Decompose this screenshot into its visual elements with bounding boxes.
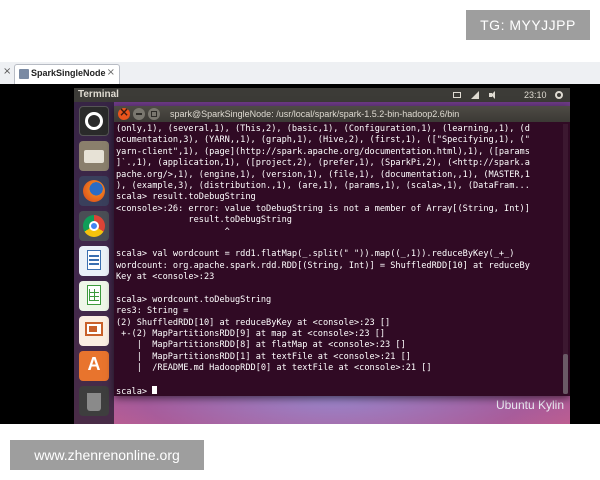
terminal-line: +-(2) MapPartitionsRDD[9] at map at <con… bbox=[116, 329, 386, 340]
terminal-line: ocumentation,3), (YARN,,1), (graph,1), (… bbox=[116, 135, 530, 146]
minimize-button[interactable] bbox=[133, 108, 145, 120]
terminal-line: Key at <console>:23 bbox=[116, 272, 215, 283]
terminal-line: | MapPartitionsRDD[1] at textFile at <co… bbox=[116, 351, 411, 362]
libreoffice-impress-icon[interactable] bbox=[79, 316, 109, 346]
terminal-line: (only,1), (several,1), (This,2), (basic,… bbox=[116, 124, 530, 134]
terminal-line: ), (example,3), (distribution.,1), (are,… bbox=[116, 180, 530, 191]
network-icon[interactable] bbox=[470, 90, 480, 100]
watermark-bottom: www.zhenrenonline.org bbox=[10, 440, 204, 470]
terminal-line: ]`.,1), (application,1), ([project,2), (… bbox=[116, 158, 530, 169]
trash-icon[interactable] bbox=[79, 386, 109, 416]
files-icon[interactable] bbox=[79, 141, 109, 171]
terminal-line: res3: String = bbox=[116, 306, 189, 317]
terminal-cursor bbox=[152, 385, 158, 394]
system-gear-icon[interactable] bbox=[554, 90, 564, 100]
vm-tab-label: SparkSingleNode bbox=[31, 68, 106, 78]
maximize-button[interactable] bbox=[148, 108, 160, 120]
terminal-line: wordcount: org.apache.spark.rdd.RDD[(Str… bbox=[116, 260, 530, 271]
ubuntu-desktop: Ubuntu Kylin Terminal 23:10 A × spark@Sp… bbox=[74, 88, 570, 424]
terminal-line: ^ bbox=[116, 226, 230, 237]
libreoffice-calc-icon[interactable] bbox=[79, 281, 109, 311]
terminal-title: spark@SparkSingleNode: /usr/local/spark/… bbox=[170, 109, 460, 119]
terminal-line: scala> val wordcount = rdd1.flatMap(_.sp… bbox=[116, 249, 515, 260]
libreoffice-writer-icon[interactable] bbox=[79, 246, 109, 276]
terminal-line: scala> result.toDebugString bbox=[116, 192, 256, 203]
ubuntu-dash-icon[interactable] bbox=[79, 106, 109, 136]
terminal-window[interactable]: spark@SparkSingleNode: /usr/local/spark/… bbox=[114, 105, 570, 396]
scrollbar-thumb[interactable] bbox=[563, 354, 568, 394]
terminal-line: (2) ShuffledRDD[10] at reduceByKey at <c… bbox=[116, 317, 391, 328]
chromium-icon[interactable] bbox=[79, 211, 109, 241]
mail-icon[interactable] bbox=[452, 90, 462, 100]
unity-launcher bbox=[74, 102, 114, 424]
panel-app-title: Terminal bbox=[78, 89, 119, 100]
vm-tab-sparksinglenode[interactable]: SparkSingleNode × bbox=[14, 64, 120, 84]
terminal-output[interactable]: (only,1), (several,1), (This,2), (basic,… bbox=[116, 124, 560, 394]
terminal-line: yarn-client",1), (page](http://spark.apa… bbox=[116, 146, 530, 157]
vm-tab-bar: × SparkSingleNode × bbox=[0, 62, 600, 85]
terminal-line: <console>:26: error: value toDebugString… bbox=[116, 203, 530, 214]
vm-icon bbox=[19, 69, 29, 79]
terminal-line: result.toDebugString bbox=[116, 215, 292, 226]
volume-icon[interactable] bbox=[488, 90, 498, 100]
software-center-icon[interactable] bbox=[79, 351, 109, 381]
tab-close-icon[interactable]: × bbox=[107, 67, 115, 78]
terminal-line: pache.org/>,1), (engine,1), (version,1),… bbox=[116, 169, 530, 180]
desktop-brand-text: Ubuntu Kylin bbox=[495, 398, 564, 412]
terminal-scrollbar[interactable] bbox=[563, 124, 568, 394]
panel-clock[interactable]: 23:10 bbox=[524, 88, 547, 102]
terminal-line: scala> wordcount.toDebugString bbox=[116, 294, 272, 305]
vm-guest-display: Ubuntu Kylin Terminal 23:10 A × spark@Sp… bbox=[0, 84, 600, 424]
close-button[interactable] bbox=[118, 105, 130, 120]
watermark-top: TG: MYYJJPP bbox=[466, 10, 590, 40]
firefox-icon[interactable] bbox=[79, 176, 109, 206]
terminal-line: | MapPartitionsRDD[8] at flatMap at <con… bbox=[116, 340, 406, 351]
terminal-titlebar[interactable]: spark@SparkSingleNode: /usr/local/spark/… bbox=[114, 105, 570, 122]
top-panel: Terminal 23:10 bbox=[74, 88, 570, 102]
terminal-line: | /README.md HadoopRDD[0] at textFile at… bbox=[116, 363, 432, 374]
terminal-line: scala> bbox=[116, 385, 560, 394]
close-icon[interactable]: × bbox=[3, 66, 13, 78]
